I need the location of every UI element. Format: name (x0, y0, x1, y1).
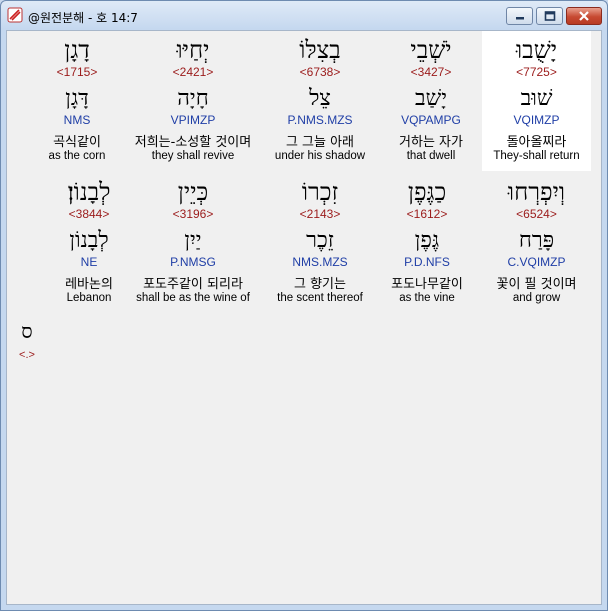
strongs-number[interactable]: <6524> (482, 207, 591, 221)
hebrew-word: וְיִפְרְחוּ (507, 178, 566, 206)
hebrew-word: יָשֻׁבוּ (516, 36, 557, 64)
morphology-code: VPIMZP (170, 113, 216, 127)
lemma: פָּרַח (518, 228, 555, 253)
hebrew-word: כַגֶּפֶן (407, 178, 447, 206)
morphology-code: P.NMSG (170, 255, 216, 269)
app-icon (7, 7, 23, 23)
minimize-button[interactable] (506, 7, 533, 25)
lemma: יַיִן (184, 228, 202, 253)
lemma: לְבָנוֹן (69, 228, 109, 253)
word-cell[interactable]: כַגֶּפֶן <1612> גֶּפֶן P.D.NFS 포도나무같이 as… (377, 173, 477, 313)
word-cell[interactable]: וְיִפְרְחוּ <6524> פָּרַח C.VQIMZP 꽃이 필 … (482, 173, 591, 313)
english-gloss: They-shall return (493, 150, 580, 162)
word-cell[interactable]: יְחַיּוּ <2421> חָיָה VPIMZP 저희는-소성할 것이며… (123, 31, 263, 171)
verse-end-symbol: ס (21, 319, 33, 343)
morphology-code: VQPAMPG (401, 113, 461, 127)
minimize-icon (515, 17, 524, 20)
lemma: צֵל (309, 86, 331, 111)
title-bar[interactable]: @원전분해 - 호 14:7 (1, 1, 607, 31)
verse-row-2: ס <.> לְבָנוֹן׃ <3844> לְבָנוֹן NE 레바논의 … (7, 173, 603, 361)
strongs-number[interactable]: <3844> (43, 207, 135, 221)
lemma: יָשַׁב (415, 86, 447, 111)
morphology-code: NMS.MZS (292, 255, 348, 269)
maximize-button[interactable] (536, 7, 563, 25)
close-button[interactable] (566, 7, 602, 25)
word-cell[interactable]: בְצִלּוֹ <6738> צֵל P.NMS.MZS 그 그늘 아래 un… (263, 31, 377, 171)
lemma: זֵכֶר (306, 228, 334, 253)
korean-gloss: 포도나무같이 (391, 277, 463, 292)
close-icon (579, 11, 589, 21)
strongs-number[interactable]: <2143> (263, 207, 377, 221)
lemma: גֶּפֶן (414, 228, 440, 253)
english-gloss: shall be as the wine of (136, 292, 250, 304)
strongs-number[interactable]: <7725> (482, 65, 591, 79)
word-cell[interactable]: יֹשְׁבֵי <3427> יָשַׁב VQPAMPG 거하는 자가 th… (381, 31, 481, 171)
english-gloss: they shall revive (151, 150, 235, 162)
morphology-code: P.D.NFS (404, 255, 450, 269)
interlinear-panel: דָגָן <1715> דָּגָן NMS 곡식같이 as the corn… (6, 30, 602, 605)
english-gloss: that dwell (406, 150, 456, 162)
korean-gloss: 거하는 자가 (399, 135, 463, 150)
word-cell-selected[interactable]: יָשֻׁבוּ <7725> שׁוּב VQIMZP 돌아올찌라 They-… (482, 31, 591, 171)
strongs-number[interactable]: <2421> (123, 65, 263, 79)
english-gloss: under his shadow (274, 150, 366, 162)
maximize-icon (544, 11, 555, 21)
lemma: חָיָה (177, 86, 209, 111)
word-cell[interactable]: כְּיֵין <3196> יַיִן P.NMSG 포도주같이 되리라 sh… (123, 173, 263, 313)
korean-gloss: 돌아올찌라 (506, 135, 567, 150)
strongs-number[interactable]: <3427> (381, 65, 481, 79)
korean-gloss: 그 향기는 (294, 277, 346, 292)
hebrew-word: לְבָנוֹן׃ (67, 178, 111, 206)
verse-end-marker: <.> (19, 349, 35, 361)
lemma: שׁוּב (520, 86, 553, 111)
hebrew-word: יְחַיּוּ (176, 36, 210, 64)
verse-row-1: דָגָן <1715> דָּגָן NMS 곡식같이 as the corn… (7, 31, 603, 173)
korean-gloss: 꽃이 필 것이며 (496, 277, 577, 292)
window-title: @원전분해 - 호 14:7 (28, 11, 138, 25)
morphology-code: VQIMZP (513, 113, 560, 127)
korean-gloss: 저희는-소성할 것이며 (134, 135, 252, 150)
english-gloss: the scent thereof (277, 292, 363, 304)
strongs-number[interactable]: <1612> (377, 207, 477, 221)
hebrew-word: זִכְרוֹ (301, 178, 339, 206)
morphology-code: NE (80, 255, 98, 269)
morphology-code: C.VQIMZP (507, 255, 566, 269)
word-cell[interactable]: זִכְרוֹ <2143> זֵכֶר NMS.MZS 그 향기는 the s… (263, 173, 377, 313)
hebrew-word: בְצִלּוֹ (299, 36, 341, 64)
app-window: @원전분해 - 호 14:7 דָגָן <1715> דָּגָן NMS 곡… (0, 0, 608, 611)
hebrew-word: כְּיֵין (177, 178, 209, 206)
english-gloss: and grow (512, 292, 561, 304)
korean-gloss: 그 그늘 아래 (285, 135, 355, 150)
hebrew-word: יֹשְׁבֵי (410, 36, 452, 64)
english-gloss: as the vine (399, 292, 455, 304)
strongs-number[interactable]: <3196> (123, 207, 263, 221)
strongs-number[interactable]: <6738> (263, 65, 377, 79)
korean-gloss: 포도주같이 되리라 (143, 277, 243, 292)
morphology-code: P.NMS.MZS (287, 113, 353, 127)
